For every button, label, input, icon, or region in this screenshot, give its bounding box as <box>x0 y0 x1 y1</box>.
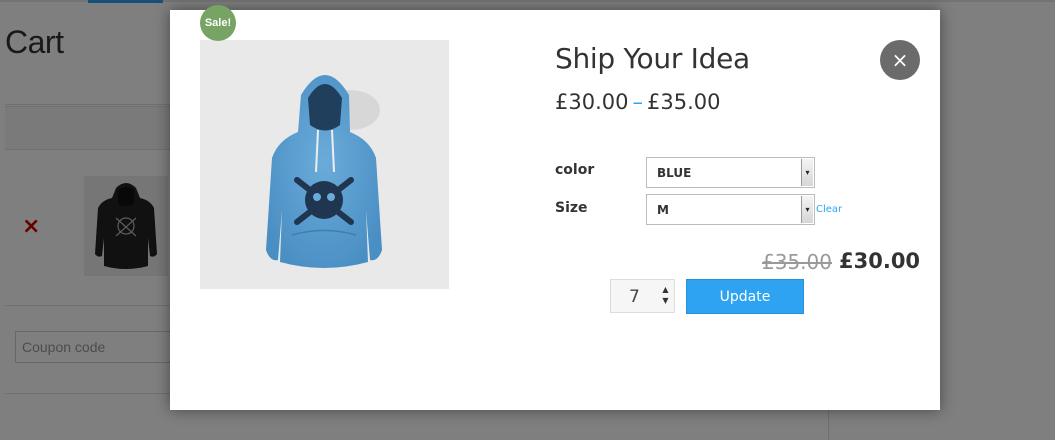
product-title: Ship Your Idea <box>555 42 750 75</box>
color-select-value: BLUE <box>657 166 692 180</box>
blue-hoodie-image <box>266 75 382 268</box>
quantity-value[interactable]: 7 <box>629 287 640 307</box>
clear-selection-link[interactable]: Clear <box>816 204 842 215</box>
price-high: £35.00 <box>646 90 721 114</box>
regular-price: £35.00 <box>762 250 832 274</box>
quantity-stepper[interactable]: 7 ▲ ▼ <box>610 279 675 313</box>
update-button[interactable]: Update <box>686 279 804 314</box>
spinner-arrows-icon[interactable]: ▲ ▼ <box>661 284 670 308</box>
close-icon[interactable]: × <box>880 40 920 80</box>
chevron-down-icon[interactable]: ▾ <box>801 196 813 223</box>
price-low: £30.00 <box>555 90 629 114</box>
size-select[interactable]: M ▾ <box>646 194 815 225</box>
quick-view-modal: Sale! Ship Your Idea £30.00– £35.00 color… <box>170 5 940 410</box>
chevron-down-icon[interactable]: ▾ <box>801 159 813 186</box>
price-separator: – <box>632 90 643 114</box>
product-image <box>200 40 449 289</box>
sale-price: £30.00 <box>839 249 921 273</box>
attribute-label-color: color <box>555 162 595 178</box>
color-select[interactable]: BLUE ▾ <box>646 157 815 188</box>
attribute-label-size: Size <box>555 200 588 216</box>
price-range: £30.00– £35.00 <box>555 90 720 114</box>
sale-badge: Sale! <box>200 5 236 41</box>
size-select-value: M <box>657 203 669 217</box>
